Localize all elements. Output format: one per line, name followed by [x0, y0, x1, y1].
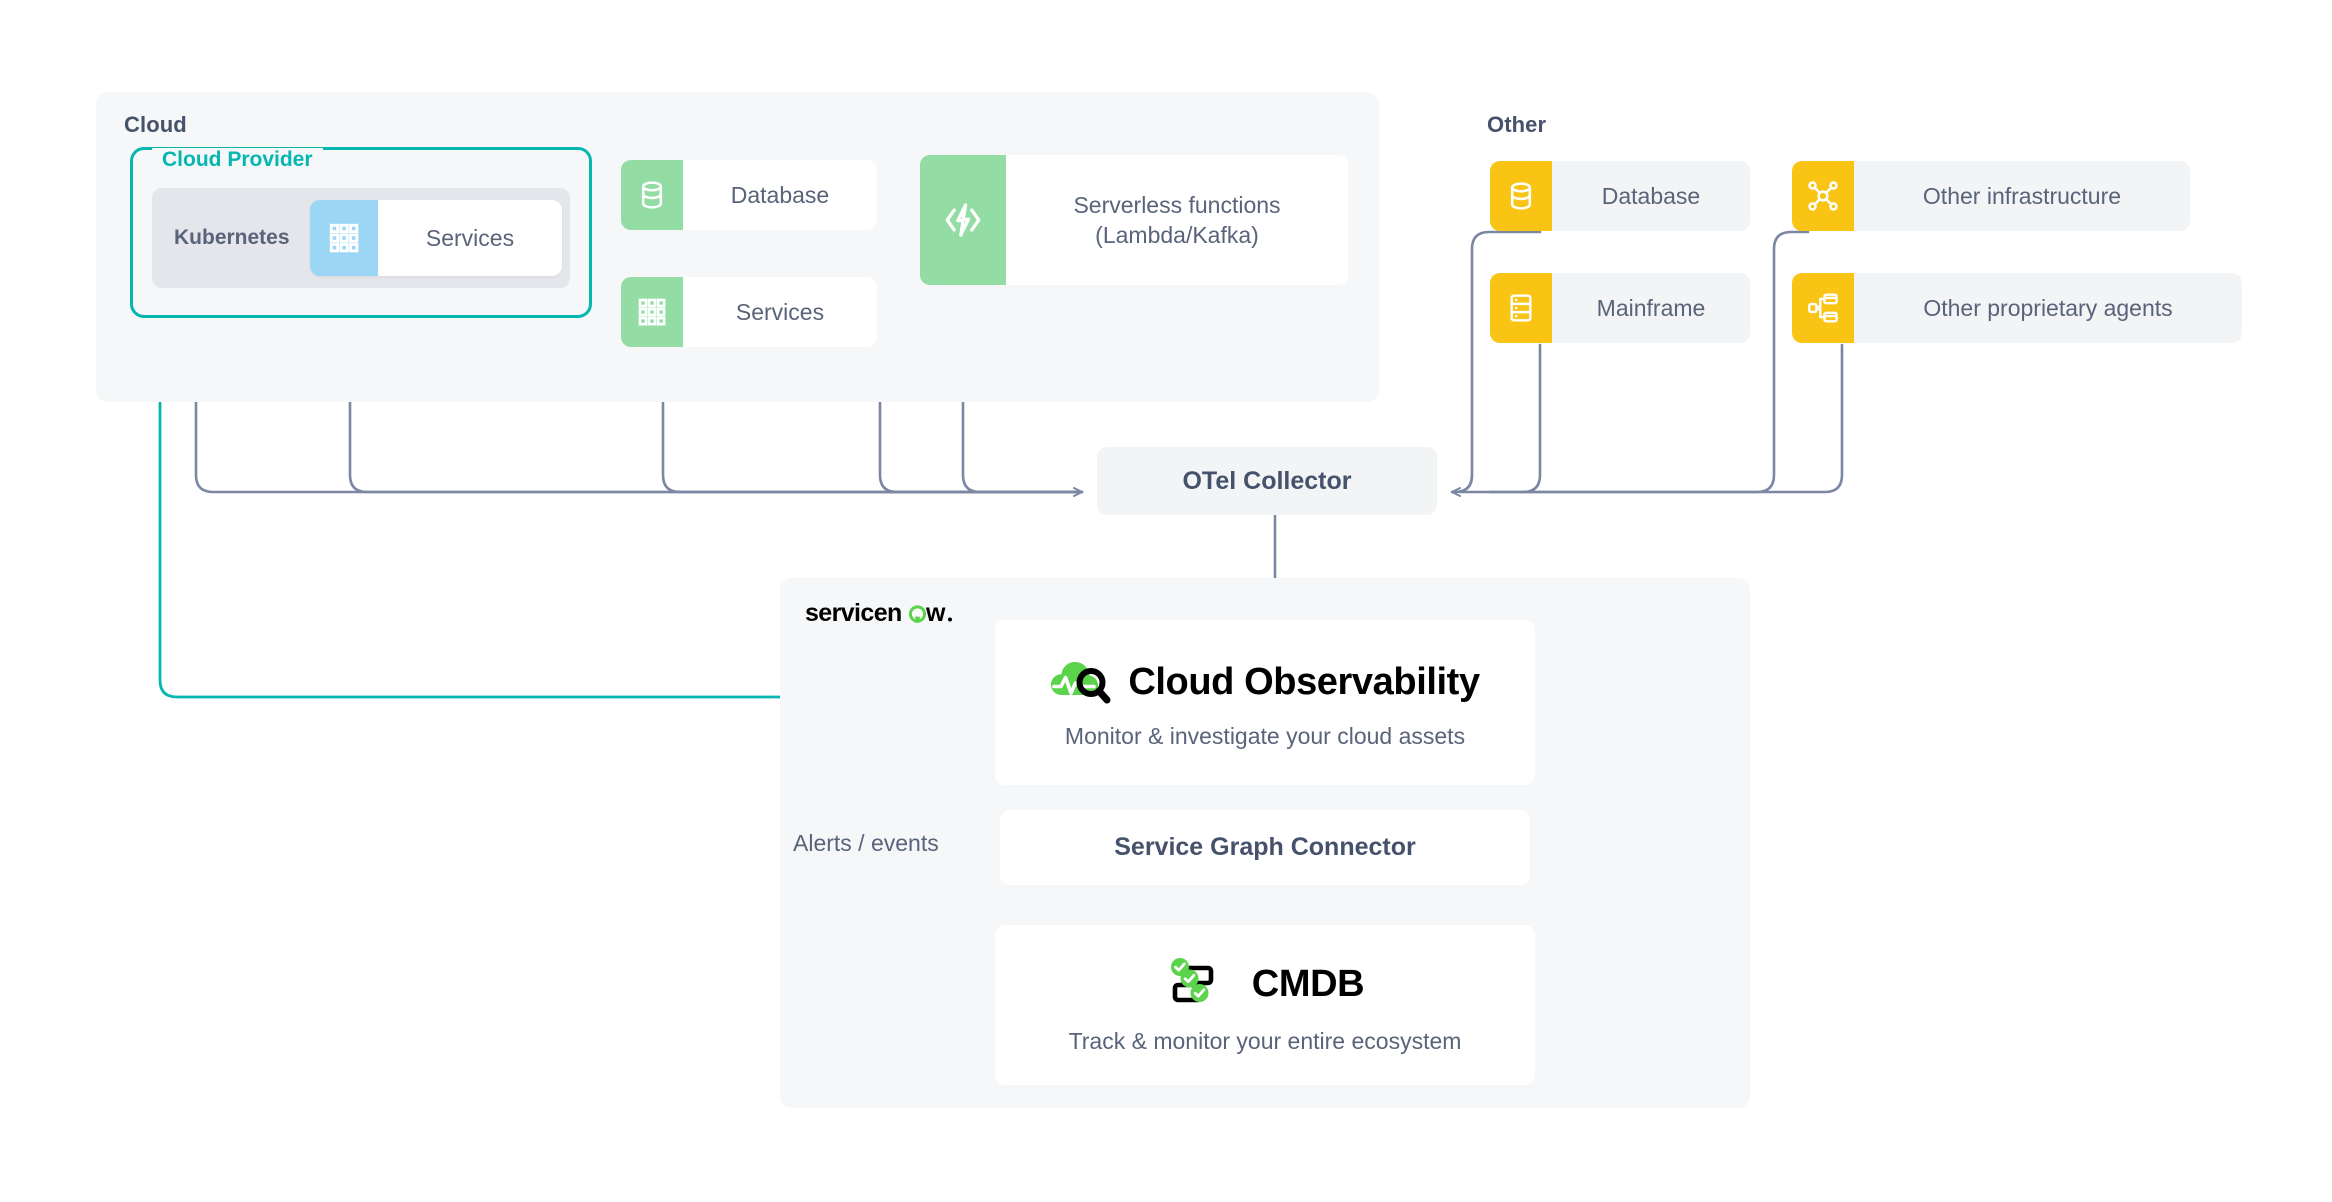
- node-label: Services: [683, 277, 877, 347]
- service-graph-connector-label: Service Graph Connector: [1114, 833, 1416, 861]
- other-group-title: Other: [1487, 112, 1547, 137]
- cloud-group-title: Cloud: [124, 112, 187, 137]
- grid-services-icon: [621, 277, 683, 347]
- node-k8s-services[interactable]: Services: [310, 200, 562, 276]
- alerts-events-label: Alerts / events: [793, 830, 939, 856]
- node-label: Database: [683, 160, 877, 230]
- servicenow-logo-dot: [948, 617, 952, 622]
- service-graph-connector-box[interactable]: Service Graph Connector: [1000, 810, 1530, 885]
- node-other-mainframe[interactable]: Mainframe: [1490, 273, 1750, 343]
- node-label-line2: (Lambda/Kafka): [1095, 222, 1259, 248]
- cloud-observability-subtitle: Monitor & investigate your cloud assets: [1064, 723, 1466, 749]
- node-label: Services: [378, 200, 562, 276]
- node-label: Database: [1552, 161, 1750, 231]
- diagram-canvas: Cloud Cloud Provider Kubernetes Services…: [0, 0, 2332, 1202]
- database-icon: [1490, 161, 1552, 231]
- servicenow-logo-text-after: w: [925, 600, 946, 627]
- cloud-observability-header: Cloud Observability: [1050, 655, 1480, 709]
- node-other-database[interactable]: Database: [1490, 161, 1750, 231]
- serverless-code-bolt-icon: [920, 155, 1006, 285]
- node-label: Mainframe: [1552, 273, 1750, 343]
- otel-collector-box[interactable]: OTel Collector: [1097, 447, 1437, 515]
- node-cloud-database[interactable]: Database: [621, 160, 877, 230]
- card-cloud-observability[interactable]: Cloud Observability Monitor & investigat…: [995, 620, 1535, 785]
- node-other-proprietary-agents[interactable]: Other proprietary agents: [1792, 273, 2242, 343]
- otel-collector-label: OTel Collector: [1182, 466, 1352, 495]
- cloud-provider-label: Cloud Provider: [152, 148, 323, 172]
- node-serverless-functions[interactable]: Serverless functions (Lambda/Kafka): [920, 155, 1348, 285]
- cmdb-subtitle: Track & monitor your entire ecosystem: [1068, 1027, 1462, 1054]
- node-cloud-services[interactable]: Services: [621, 277, 877, 347]
- hub-nodes-icon: [1792, 161, 1854, 231]
- node-label: Serverless functions (Lambda/Kafka): [1006, 155, 1348, 285]
- cloud-shape: [1051, 662, 1099, 695]
- mainframe-icon: [1490, 273, 1552, 343]
- agents-topology-icon: [1792, 273, 1854, 343]
- servicenow-logo-o-glyph: [908, 605, 927, 623]
- kubernetes-label: Kubernetes: [174, 226, 290, 249]
- cmdb-header: CMDB: [1166, 956, 1365, 1014]
- node-label: Other proprietary agents: [1854, 273, 2242, 343]
- grid-services-icon: [310, 200, 378, 276]
- node-other-infrastructure[interactable]: Other infrastructure: [1792, 161, 2190, 231]
- cloud-observability-title: Cloud Observability: [1128, 660, 1480, 703]
- cmdb-checks-icon: [1166, 956, 1228, 1014]
- servicenow-logo: servicen w: [805, 599, 965, 628]
- database-icon: [621, 160, 683, 230]
- cmdb-title: CMDB: [1251, 963, 1365, 1005]
- cloud-magnifier-icon: [1050, 655, 1112, 709]
- node-label-line1: Serverless functions: [1073, 191, 1281, 218]
- card-cmdb[interactable]: CMDB Track & monitor your entire ecosyst…: [995, 925, 1535, 1085]
- node-label: Other infrastructure: [1854, 161, 2190, 231]
- servicenow-logo-text-before: servicen: [805, 600, 902, 627]
